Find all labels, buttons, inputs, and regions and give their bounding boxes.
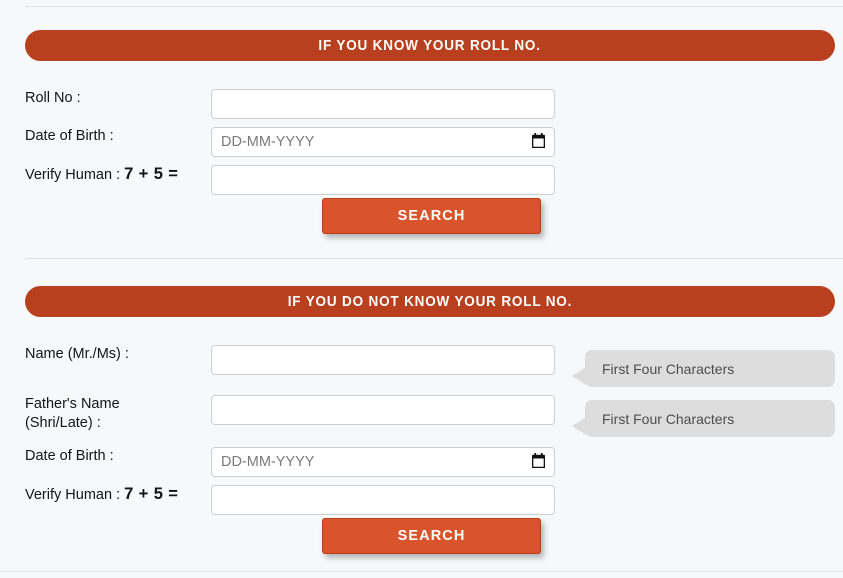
known-dob-row: Date of Birth : [25, 127, 835, 157]
unknown-verify-row: Verify Human : 7 + 5 = [25, 485, 835, 515]
father-name-hint-text: First Four Characters [602, 410, 735, 427]
unknown-roll-banner-title: IF YOU DO NOT KNOW YOUR ROLL NO. [287, 293, 573, 310]
unknown-verify-label-text: Verify Human : [25, 487, 121, 503]
unknown-dob-field-wrap [211, 447, 555, 477]
known-dob-field-wrap [211, 127, 555, 157]
known-roll-no-row: Roll No : [25, 89, 835, 119]
known-verify-math: 7 + 5 = [124, 165, 179, 183]
unknown-verify-math: 7 + 5 = [124, 485, 179, 503]
roll-no-input[interactable] [211, 89, 555, 119]
known-search-button[interactable]: SEARCH [322, 198, 541, 234]
top-divider [25, 6, 843, 7]
section-divider [25, 258, 843, 259]
roll-no-label: Roll No : [25, 90, 81, 106]
known-verify-input[interactable] [211, 165, 555, 195]
roll-no-search-page: IF YOU KNOW YOUR ROLL NO. Roll No : Date… [0, 0, 843, 578]
father-name-input[interactable] [211, 395, 555, 425]
unknown-verify-label: Verify Human : 7 + 5 = [25, 485, 210, 505]
known-verify-label-text: Verify Human : [25, 167, 121, 183]
name-label: Name (Mr./Ms) : [25, 346, 129, 362]
known-roll-banner-title: IF YOU KNOW YOUR ROLL NO. [318, 37, 542, 54]
name-input[interactable] [211, 345, 555, 375]
father-name-hint-tooltip: First Four Characters [572, 400, 835, 437]
unknown-dob-row: Date of Birth : [25, 447, 835, 477]
known-dob-input[interactable] [211, 127, 555, 157]
unknown-dob-label: Date of Birth : [25, 448, 114, 464]
known-roll-banner: IF YOU KNOW YOUR ROLL NO. [25, 30, 835, 61]
known-verify-row: Verify Human : 7 + 5 = [25, 165, 835, 195]
known-verify-label: Verify Human : 7 + 5 = [25, 165, 210, 185]
unknown-roll-banner: IF YOU DO NOT KNOW YOUR ROLL NO. [25, 286, 835, 317]
tooltip-arrow-icon [572, 417, 586, 435]
unknown-verify-input[interactable] [211, 485, 555, 515]
unknown-search-button[interactable]: SEARCH [322, 518, 541, 554]
name-hint-text: First Four Characters [602, 360, 735, 377]
name-hint-tooltip: First Four Characters [572, 350, 835, 387]
known-dob-label: Date of Birth : [25, 128, 114, 144]
unknown-dob-input[interactable] [211, 447, 555, 477]
bottom-divider [0, 571, 843, 572]
tooltip-arrow-icon [572, 367, 586, 385]
father-name-label: Father's Name (Shri/Late) : [25, 396, 120, 431]
